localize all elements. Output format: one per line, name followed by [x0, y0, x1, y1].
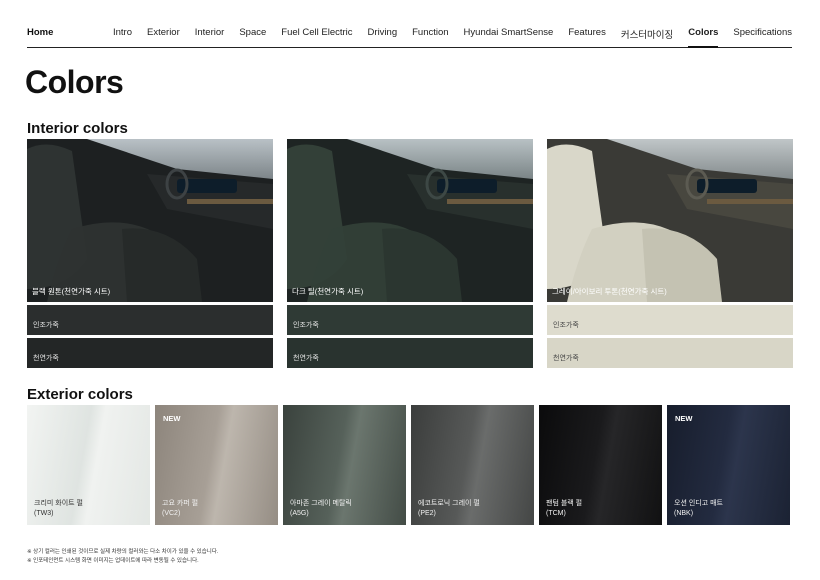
interior-caption: 다크 틸(천연가죽 시트) — [292, 287, 364, 296]
nav-item-smartsense[interactable]: Hyundai SmartSense — [464, 27, 554, 41]
color-code: (TCM) — [546, 510, 566, 517]
nav-item-exterior[interactable]: Exterior — [147, 27, 180, 41]
nav-item-customizing[interactable]: 커스터마이징 — [621, 27, 673, 41]
exterior-swatch[interactable]: 크리미 화이트 펄 (TW3) — [27, 405, 150, 525]
exterior-swatch[interactable]: NEW 고요 카퍼 펄 (VC2) — [155, 405, 278, 525]
color-name: 팬텀 블랙 펄 — [546, 500, 583, 507]
swatch-label: 인조가죽 — [553, 322, 579, 329]
interior-option[interactable]: 그레이/아이보리 투톤(천연가죽 시트) 인조가죽 천연가죽 — [547, 139, 793, 368]
nav-items: Intro Exterior Interior Space Fuel Cell … — [98, 27, 792, 48]
nav-item-specifications[interactable]: Specifications — [733, 27, 792, 41]
top-navigation: Home Intro Exterior Interior Space Fuel … — [27, 23, 792, 48]
nav-item-space[interactable]: Space — [239, 27, 266, 41]
nav-item-colors[interactable]: Colors — [688, 27, 719, 48]
swatch-label: 인조가죽 — [33, 322, 59, 329]
disclaimer-line: ※ 상기 컬러는 인쇄된 것이므로 실제 차량의 컬러와는 다소 차이가 있을 … — [27, 549, 219, 555]
natural-leather-swatch: 천연가죽 — [287, 338, 533, 368]
swatch-label: 인조가죽 — [293, 322, 319, 329]
exterior-swatch[interactable]: 팬텀 블랙 펄 (TCM) — [539, 405, 662, 525]
exterior-swatch[interactable]: 에코트로닉 그레이 펄 (PE2) — [411, 405, 534, 525]
color-code: (PE2) — [418, 510, 436, 517]
swatch-label: 천연가죽 — [33, 355, 59, 362]
disclaimer-line: ※ 인포테인먼트 시스템 화면 이미지는 업데이트에 따라 변동될 수 있습니다… — [27, 558, 199, 564]
synthetic-leather-swatch: 인조가죽 — [27, 305, 273, 335]
nav-home-link[interactable]: Home — [27, 27, 53, 38]
color-name: 아마존 그레이 메탈릭 — [290, 500, 352, 507]
synthetic-leather-swatch: 인조가죽 — [547, 305, 793, 335]
synthetic-leather-swatch: 인조가죽 — [287, 305, 533, 335]
interior-option[interactable]: 다크 틸(천연가죽 시트) 인조가죽 천연가죽 — [287, 139, 533, 368]
interior-caption: 그레이/아이보리 투톤(천연가죽 시트) — [552, 287, 667, 296]
new-badge: NEW — [163, 414, 181, 423]
nav-item-interior[interactable]: Interior — [195, 27, 225, 41]
interior-illustration — [287, 139, 533, 302]
nav-item-function[interactable]: Function — [412, 27, 448, 41]
interior-options: 블랙 원톤(천연가죽 시트) 인조가죽 천연가죽 다크 틸(천연가죽 시트) 인… — [27, 139, 793, 368]
nav-item-intro[interactable]: Intro — [113, 27, 132, 41]
color-code: (NBK) — [674, 510, 694, 517]
interior-option[interactable]: 블랙 원톤(천연가죽 시트) 인조가죽 천연가죽 — [27, 139, 273, 368]
new-badge: NEW — [675, 414, 693, 423]
color-name: 오션 인디고 매트 — [674, 500, 723, 507]
natural-leather-swatch: 천연가죽 — [547, 338, 793, 368]
interior-illustration — [27, 139, 273, 302]
color-code: (VC2) — [162, 510, 181, 517]
swatch-label: 천연가죽 — [293, 355, 319, 362]
swatch-label: 천연가죽 — [553, 355, 579, 362]
disclaimer-notes: ※ 상기 컬러는 인쇄된 것이므로 실제 차량의 컬러와는 다소 차이가 있을 … — [27, 548, 218, 566]
nav-item-fuel-cell-electric[interactable]: Fuel Cell Electric — [281, 27, 352, 41]
exterior-options: 크리미 화이트 펄 (TW3) NEW 고요 카퍼 펄 (VC2) 아마존 그레… — [27, 405, 790, 525]
natural-leather-swatch: 천연가죽 — [27, 338, 273, 368]
nav-item-driving[interactable]: Driving — [368, 27, 398, 41]
interior-photo: 그레이/아이보리 투톤(천연가죽 시트) — [547, 139, 793, 302]
color-name: 에코트로닉 그레이 펄 — [418, 500, 480, 507]
exterior-swatch[interactable]: NEW 오션 인디고 매트 (NBK) — [667, 405, 790, 525]
color-code: (TW3) — [34, 510, 54, 517]
exterior-colors-heading: Exterior colors — [27, 386, 133, 403]
page-title: Colors — [25, 64, 124, 100]
interior-photo: 다크 틸(천연가죽 시트) — [287, 139, 533, 302]
color-name: 고요 카퍼 펄 — [162, 500, 199, 507]
interior-colors-heading: Interior colors — [27, 120, 128, 137]
color-code: (A5G) — [290, 510, 309, 517]
interior-caption: 블랙 원톤(천연가죽 시트) — [32, 287, 111, 296]
interior-photo: 블랙 원톤(천연가죽 시트) — [27, 139, 273, 302]
exterior-swatch[interactable]: 아마존 그레이 메탈릭 (A5G) — [283, 405, 406, 525]
nav-item-features[interactable]: Features — [568, 27, 606, 41]
color-name: 크리미 화이트 펄 — [34, 500, 83, 507]
interior-illustration — [547, 139, 793, 302]
